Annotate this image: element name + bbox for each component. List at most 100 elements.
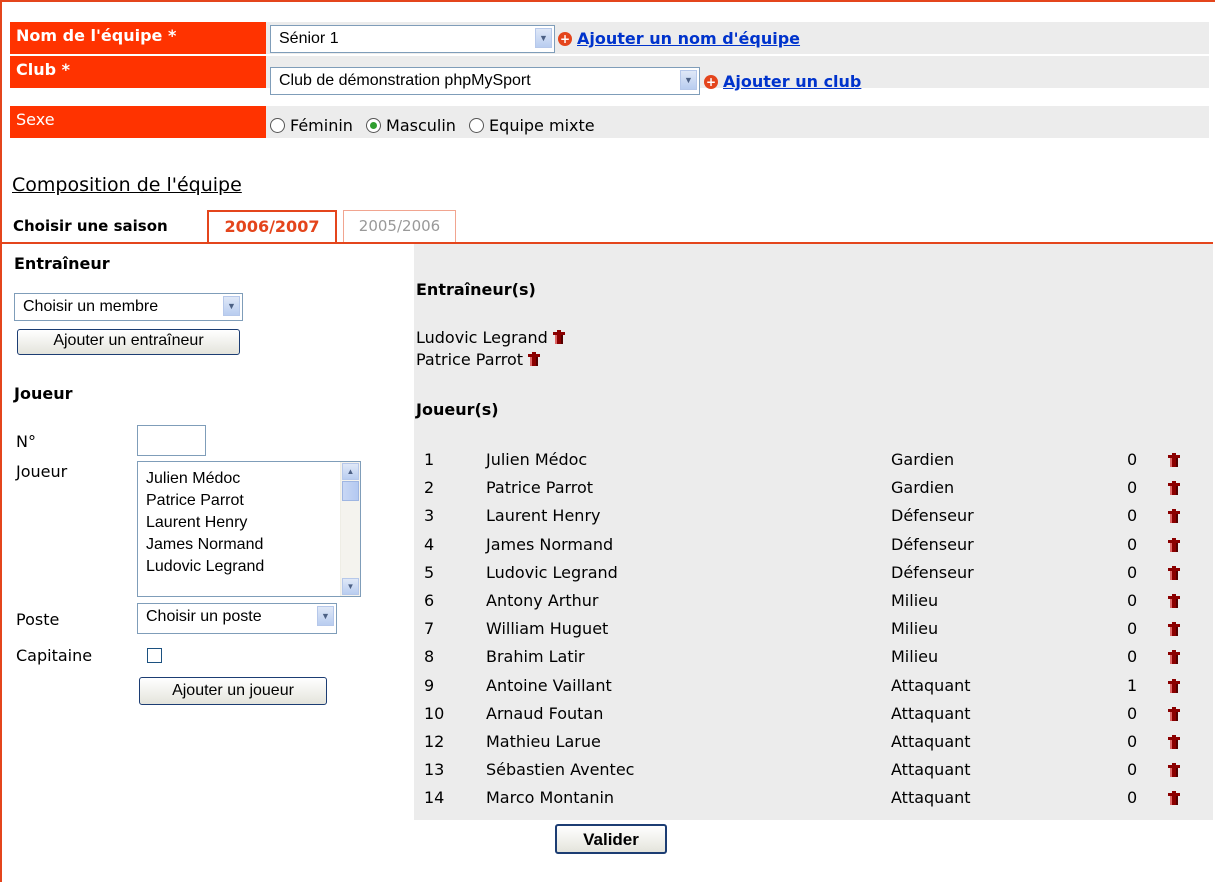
table-row: 5 Ludovic Legrand Défenseur 0	[414, 563, 1213, 591]
player-count: 1	[1127, 675, 1138, 695]
trash-icon[interactable]	[1168, 678, 1180, 693]
table-row: 12 Mathieu Larue Attaquant 0	[414, 732, 1213, 760]
coach-form-title: Entraîneur	[14, 254, 110, 273]
table-row: 3 Laurent Henry Défenseur 0	[414, 506, 1213, 534]
trash-icon[interactable]	[552, 330, 565, 344]
player-listbox[interactable]: Julien Médoc Patrice Parrot Laurent Henr…	[137, 461, 361, 597]
coach-name: Ludovic Legrand	[416, 328, 548, 347]
player-number: 7	[424, 619, 435, 639]
trash-icon[interactable]	[1168, 537, 1180, 552]
list-item[interactable]: Patrice Parrot	[138, 490, 360, 512]
player-number: 9	[424, 675, 435, 695]
player-form-title: Joueur	[14, 384, 73, 403]
scroll-thumb[interactable]	[342, 481, 359, 501]
chevron-down-icon[interactable]: ▼	[317, 606, 334, 626]
player-count: 0	[1127, 450, 1138, 469]
player-position: Attaquant	[891, 732, 971, 751]
player-count: 0	[1127, 703, 1138, 723]
submit-button[interactable]: Valider	[555, 824, 667, 854]
player-count: 0	[1127, 732, 1138, 751]
member-select-value: Choisir un membre	[23, 298, 159, 315]
club-select[interactable]: Club de démonstration phpMySport ▼	[270, 67, 700, 95]
trash-icon[interactable]	[1168, 622, 1180, 637]
trash-icon[interactable]	[1168, 453, 1180, 467]
player-name: Antony Arthur	[486, 591, 599, 610]
tab-season-2005-2006[interactable]: 2005/2006	[343, 210, 456, 242]
player-number: 1	[424, 450, 435, 469]
table-row: 14 Marco Montanin Attaquant 0	[414, 788, 1213, 816]
list-item[interactable]: Julien Médoc	[138, 468, 360, 490]
radio-icon[interactable]	[469, 118, 485, 133]
sex-row: Sexe	[10, 106, 1209, 138]
list-item[interactable]: Laurent Henry	[138, 512, 360, 534]
coach-item: Patrice Parrot	[416, 350, 541, 369]
trash-icon[interactable]	[1168, 706, 1180, 721]
add-player-button[interactable]: Ajouter un joueur	[139, 677, 327, 705]
player-number: 14	[424, 788, 445, 808]
club-row: Club * Club de démonstration phpMySport …	[10, 56, 1209, 95]
player-count: 0	[1127, 788, 1138, 808]
player-count: 0	[1127, 534, 1138, 554]
captain-checkbox[interactable]	[147, 648, 162, 663]
scroll-down-icon[interactable]: ▼	[342, 578, 359, 595]
add-coach-button[interactable]: Ajouter un entraîneur	[17, 329, 240, 355]
trash-icon[interactable]	[1168, 565, 1180, 580]
player-number: 2	[424, 478, 435, 498]
sex-option-mixte[interactable]: Equipe mixte	[469, 116, 595, 135]
chevron-down-icon[interactable]: ▼	[680, 70, 697, 90]
player-number: 13	[424, 760, 445, 780]
trash-icon[interactable]	[1168, 481, 1180, 496]
scroll-up-icon[interactable]: ▲	[342, 463, 359, 480]
player-name: Julien Médoc	[486, 450, 588, 469]
table-row: 10 Arnaud Foutan Attaquant 0	[414, 704, 1213, 732]
player-listbox-scrollbar[interactable]: ▲ ▼	[340, 462, 360, 596]
trash-icon[interactable]	[1168, 763, 1180, 778]
radio-checked-icon[interactable]	[366, 118, 382, 133]
player-number: 8	[424, 647, 435, 667]
trash-icon[interactable]	[528, 352, 541, 366]
player-count: 0	[1127, 478, 1138, 498]
composition-heading: Composition de l'équipe	[12, 174, 242, 196]
tab-season-2006-2007[interactable]: 2006/2007	[207, 210, 337, 242]
radio-icon[interactable]	[270, 118, 285, 133]
number-input[interactable]	[137, 425, 206, 456]
position-select[interactable]: Choisir un poste ▼	[137, 603, 337, 634]
coach-item: Ludovic Legrand	[416, 328, 565, 347]
player-count: 0	[1127, 562, 1138, 582]
table-row: 13 Sébastien Aventec Attaquant 0	[414, 760, 1213, 788]
player-name: Ludovic Legrand	[486, 562, 618, 582]
player-position: Attaquant	[891, 703, 971, 723]
table-row: 8 Brahim Latir Milieu 0	[414, 647, 1213, 675]
add-club-link[interactable]: Ajouter un club	[723, 72, 861, 91]
table-row: 4 James Normand Défenseur 0	[414, 535, 1213, 563]
table-row: 7 William Huguet Milieu 0	[414, 619, 1213, 647]
trash-icon[interactable]	[1168, 735, 1180, 749]
captain-label: Capitaine	[16, 646, 93, 665]
member-select[interactable]: Choisir un membre ▼	[14, 293, 243, 321]
player-count: 0	[1127, 506, 1138, 526]
table-row: 1 Julien Médoc Gardien 0	[414, 450, 1213, 478]
player-number: 10	[424, 703, 445, 723]
player-position: Milieu	[891, 619, 939, 639]
add-team-name-link[interactable]: Ajouter un nom d'équipe	[577, 29, 800, 48]
trash-icon[interactable]	[1168, 791, 1180, 806]
trash-icon[interactable]	[1168, 650, 1180, 665]
coach-name: Patrice Parrot	[416, 350, 524, 369]
sex-option-feminin[interactable]: Féminin	[270, 116, 353, 135]
add-icon: +	[704, 75, 718, 89]
team-name-select[interactable]: Sénior 1 ▼	[270, 25, 555, 53]
chevron-down-icon[interactable]: ▼	[535, 28, 552, 48]
trash-icon[interactable]	[1168, 594, 1180, 608]
player-name: Mathieu Larue	[486, 732, 601, 751]
list-item[interactable]: Ludovic Legrand	[138, 556, 360, 578]
player-name: Patrice Parrot	[486, 478, 594, 498]
team-name-label: Nom de l'équipe *	[10, 22, 266, 54]
player-name: James Normand	[486, 534, 614, 554]
sex-option-masculin[interactable]: Masculin	[366, 116, 456, 135]
list-item[interactable]: James Normand	[138, 534, 360, 556]
player-count: 0	[1127, 647, 1138, 667]
chevron-down-icon[interactable]: ▼	[223, 296, 240, 316]
player-position: Attaquant	[891, 788, 971, 808]
player-position: Milieu	[891, 591, 939, 610]
trash-icon[interactable]	[1168, 509, 1180, 524]
